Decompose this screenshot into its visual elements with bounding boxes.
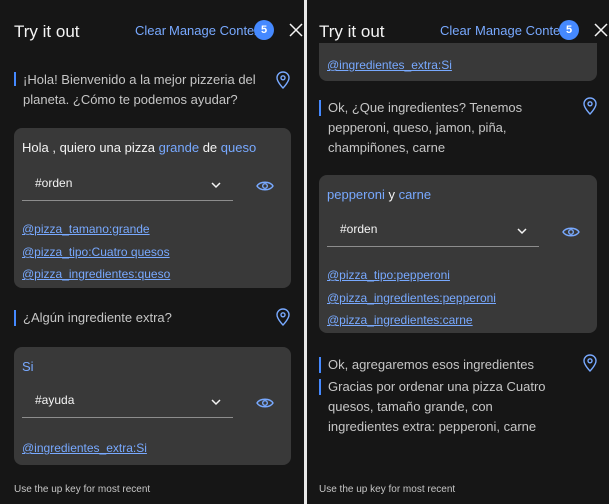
bot-message: Ok, ¿Que ingredientes? Tenemos pepperoni…	[319, 98, 571, 158]
eye-icon[interactable]	[562, 226, 580, 238]
intent-dropdown[interactable]: #ayuda	[22, 386, 233, 418]
bot-message: ¡Hola! Bienvenido a la mejor pizzeria de…	[14, 70, 264, 112]
try-it-out-panel-right: Try it out Clear Manage Context 5 @ingre…	[307, 0, 609, 504]
panel-title: Try it out	[319, 22, 385, 41]
input-hint: Use the up key for most recent	[319, 484, 456, 495]
user-input-card: Si #ayuda @ingredientes_extra:Si	[14, 347, 291, 465]
bot-message-text: Ok, agregaremos esos ingredientes	[328, 357, 534, 372]
intent-value: #orden	[340, 222, 378, 236]
entity-tag[interactable]: @ingredientes_extra:Si	[22, 441, 147, 455]
entity-tag[interactable]: @pizza_tipo:Cuatro quesos	[22, 245, 170, 259]
intent-dropdown[interactable]: #orden	[327, 215, 539, 247]
eye-icon[interactable]	[256, 397, 274, 409]
chevron-down-icon	[211, 399, 221, 406]
entity-tag[interactable]: @ingredientes_extra:Si	[327, 58, 452, 72]
bot-message-text: Gracias por ordenar una pizza Cuatro que…	[328, 379, 546, 434]
entity-tag[interactable]: @pizza_tamano:grande	[22, 222, 150, 236]
close-icon[interactable]	[594, 23, 608, 37]
location-pin-icon[interactable]	[276, 71, 290, 89]
panel-title: Try it out	[14, 22, 80, 41]
entity-highlight: queso	[220, 140, 257, 155]
user-input-card: Hola , quiero una pizza grande de queso …	[14, 128, 291, 288]
message-accent-bar	[319, 100, 321, 116]
try-it-out-panel-left: Try it out Clear Manage Context 5 ¡Hola!…	[0, 0, 304, 504]
utterance-text: de	[199, 140, 221, 155]
entity-tag[interactable]: @pizza_tipo:pepperoni	[327, 268, 450, 282]
context-count-badge: 5	[559, 20, 579, 40]
input-hint: Use the up key for most recent	[14, 484, 151, 495]
entity-highlight: grande	[158, 140, 200, 155]
entity-highlight: Si	[22, 359, 34, 374]
location-pin-icon[interactable]	[583, 354, 597, 372]
intent-value: #ayuda	[35, 393, 75, 407]
eye-icon[interactable]	[256, 180, 274, 192]
user-input-card: pepperoni y carne #orden @pizza_tipo:pep…	[319, 175, 597, 333]
entity-highlight: pepperoni	[327, 187, 385, 202]
user-utterance: Si	[22, 359, 34, 374]
intent-dropdown[interactable]: #orden	[22, 169, 233, 201]
user-utterance: Hola , quiero una pizza grande de queso	[22, 140, 256, 155]
message-accent-bar	[14, 310, 16, 326]
close-icon[interactable]	[289, 23, 303, 37]
entity-tag[interactable]: @pizza_ingredientes:pepperoni	[327, 291, 496, 305]
location-pin-icon[interactable]	[276, 308, 290, 326]
clear-button[interactable]: Clear	[135, 23, 166, 38]
user-input-card: @ingredientes_extra:Si	[319, 43, 597, 81]
entity-tag[interactable]: @pizza_ingredientes:carne	[327, 313, 473, 327]
chevron-down-icon	[211, 182, 221, 189]
location-pin-icon[interactable]	[583, 97, 597, 115]
user-utterance: pepperoni y carne	[327, 187, 431, 202]
clear-button[interactable]: Clear	[440, 23, 471, 38]
bot-message-text: Ok, ¿Que ingredientes? Tenemos pepperoni…	[328, 100, 523, 155]
message-accent-bar	[14, 72, 16, 86]
panel-header: Try it out Clear Manage Context 5	[0, 0, 304, 58]
manage-context-link[interactable]: Manage Context	[475, 23, 570, 38]
context-count-badge: 5	[254, 20, 274, 40]
bot-message: ¿Algún ingrediente extra?	[14, 308, 264, 328]
utterance-text: y	[384, 187, 399, 202]
entity-tag[interactable]: @pizza_ingredientes:queso	[22, 267, 170, 281]
chevron-down-icon	[517, 228, 527, 235]
message-accent-bar	[319, 379, 321, 395]
intent-value: #orden	[35, 176, 73, 190]
manage-context-link[interactable]: Manage Context	[169, 23, 264, 38]
message-accent-bar	[319, 357, 321, 373]
entity-highlight: carne	[398, 187, 432, 202]
utterance-text: Hola , quiero una pizza	[22, 140, 159, 155]
bot-message: Gracias por ordenar una pizza Cuatro que…	[319, 377, 571, 437]
bot-message-text: ¡Hola! Bienvenido a la mejor pizzeria de…	[23, 72, 256, 107]
bot-message: Ok, agregaremos esos ingredientes	[319, 355, 571, 375]
bot-message-text: ¿Algún ingrediente extra?	[23, 310, 172, 325]
